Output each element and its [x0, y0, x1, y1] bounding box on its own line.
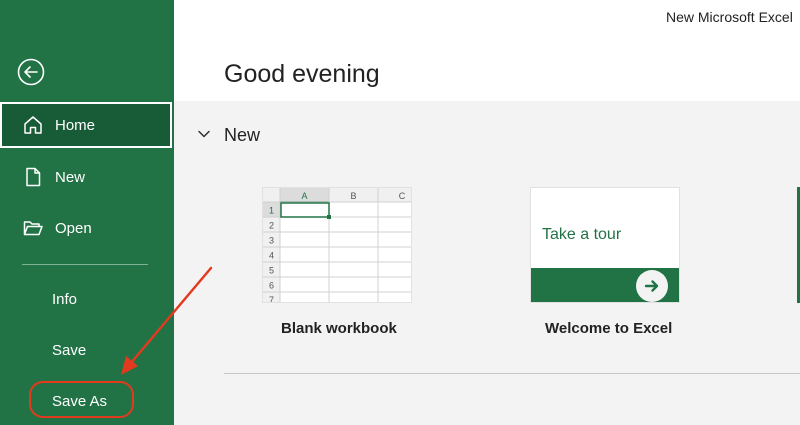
sidebar-item-label: Info: [52, 290, 78, 308]
row-header: 2: [269, 221, 274, 231]
sidebar-item-label: New: [55, 168, 86, 186]
home-icon: [21, 113, 45, 137]
row-header: 6: [269, 281, 274, 291]
row-header: 3: [269, 236, 274, 246]
blank-workbook-template[interactable]: A B C 1 2 3 4 5 6 7: [262, 187, 412, 303]
sidebar-item-save[interactable]: Save: [0, 327, 172, 373]
new-document-icon: [21, 165, 45, 189]
spreadsheet-grid-icon: A B C 1 2 3 4 5 6 7: [263, 188, 411, 303]
section-divider: [224, 373, 800, 374]
backstage-sidebar: Home New Open Info Save Save As: [0, 0, 174, 425]
welcome-to-excel-template[interactable]: Take a tour: [530, 187, 680, 303]
chevron-down-icon[interactable]: [196, 126, 212, 142]
template-label-blank-workbook[interactable]: Blank workbook: [281, 320, 397, 337]
sidebar-item-label: Save: [52, 341, 87, 359]
back-arrow-icon[interactable]: [16, 57, 46, 87]
row-header: 1: [269, 206, 274, 216]
sidebar-divider: [22, 264, 148, 265]
annotation-circle: [29, 381, 134, 418]
row-header: 4: [269, 251, 274, 261]
sidebar-item-new[interactable]: New: [0, 154, 172, 200]
sidebar-item-label: Open: [55, 219, 92, 237]
tour-thumbnail-text: Take a tour: [542, 226, 622, 243]
column-header: A: [301, 191, 307, 201]
sidebar-item-label: Home: [55, 116, 96, 134]
window-title: New Microsoft Excel: [666, 9, 793, 25]
sidebar-item-info[interactable]: Info: [0, 276, 172, 322]
section-title-new: New: [224, 125, 261, 145]
sidebar-item-home[interactable]: Home: [0, 102, 172, 148]
page-title: Good evening: [224, 60, 380, 88]
arrow-right-icon: [636, 270, 668, 302]
template-label-welcome[interactable]: Welcome to Excel: [545, 320, 672, 337]
column-header: C: [399, 191, 406, 201]
folder-open-icon: [21, 216, 45, 240]
column-header: B: [350, 191, 356, 201]
sidebar-item-open[interactable]: Open: [0, 205, 172, 251]
row-header: 7: [269, 295, 274, 303]
row-header: 5: [269, 266, 274, 276]
